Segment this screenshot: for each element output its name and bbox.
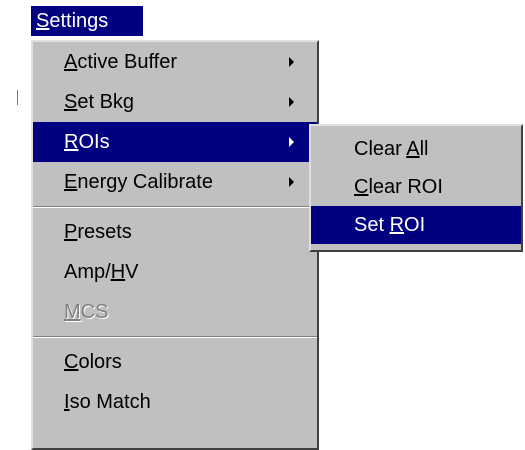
menu-item-rois[interactable]: ROIs (33, 122, 317, 162)
menu-item-label: Iso Match (64, 391, 151, 413)
submenu-arrow-icon (289, 137, 294, 147)
menu-item-label: Presets (64, 221, 132, 243)
menu-item-mcs: MCS (33, 292, 317, 332)
settings-menu[interactable]: Settings (31, 6, 143, 36)
settings-dropdown: Active Buffer Set Bkg ROIs Energy Calibr… (31, 40, 319, 450)
background-text-fragment: ll (0, 85, 18, 113)
submenu-item-clear-all[interactable]: Clear All (311, 130, 521, 168)
submenu-arrow-icon (289, 97, 294, 107)
submenu-item-clear-roi[interactable]: Clear ROI (311, 168, 521, 206)
menu-item-energy-calibrate[interactable]: Energy Calibrate (33, 162, 317, 202)
menu-item-presets[interactable]: Presets (33, 212, 317, 252)
menu-item-label: Set Bkg (64, 91, 135, 113)
menu-item-colors[interactable]: Colors (33, 342, 317, 382)
menu-item-iso-match[interactable]: Iso Match (33, 382, 317, 422)
menu-item-label: ROIs (64, 131, 110, 153)
menu-item-label: Amp/HV (64, 261, 139, 283)
menu-item-amp-hv[interactable]: Amp/HV (33, 252, 317, 292)
menu-separator (33, 336, 317, 338)
submenu-arrow-icon (289, 177, 294, 187)
menu-item-label: Energy Calibrate (64, 171, 213, 193)
menu-separator (33, 206, 317, 208)
menu-item-label: Active Buffer (64, 51, 178, 73)
menu-item-label: MCS (64, 301, 109, 323)
submenu-item-label: Clear ROI (354, 176, 443, 198)
submenu-arrow-icon (289, 57, 294, 67)
menu-item-label: Colors (64, 351, 122, 373)
submenu-item-label: Set ROI (354, 214, 426, 236)
settings-menu-label: Settings (36, 10, 109, 32)
rois-submenu: Clear All Clear ROI Set ROI (309, 124, 523, 252)
menu-item-set-bkg[interactable]: Set Bkg (33, 82, 317, 122)
submenu-item-label: Clear All (354, 138, 429, 160)
submenu-item-set-roi[interactable]: Set ROI (311, 206, 521, 244)
menu-item-active-buffer[interactable]: Active Buffer (33, 42, 317, 82)
